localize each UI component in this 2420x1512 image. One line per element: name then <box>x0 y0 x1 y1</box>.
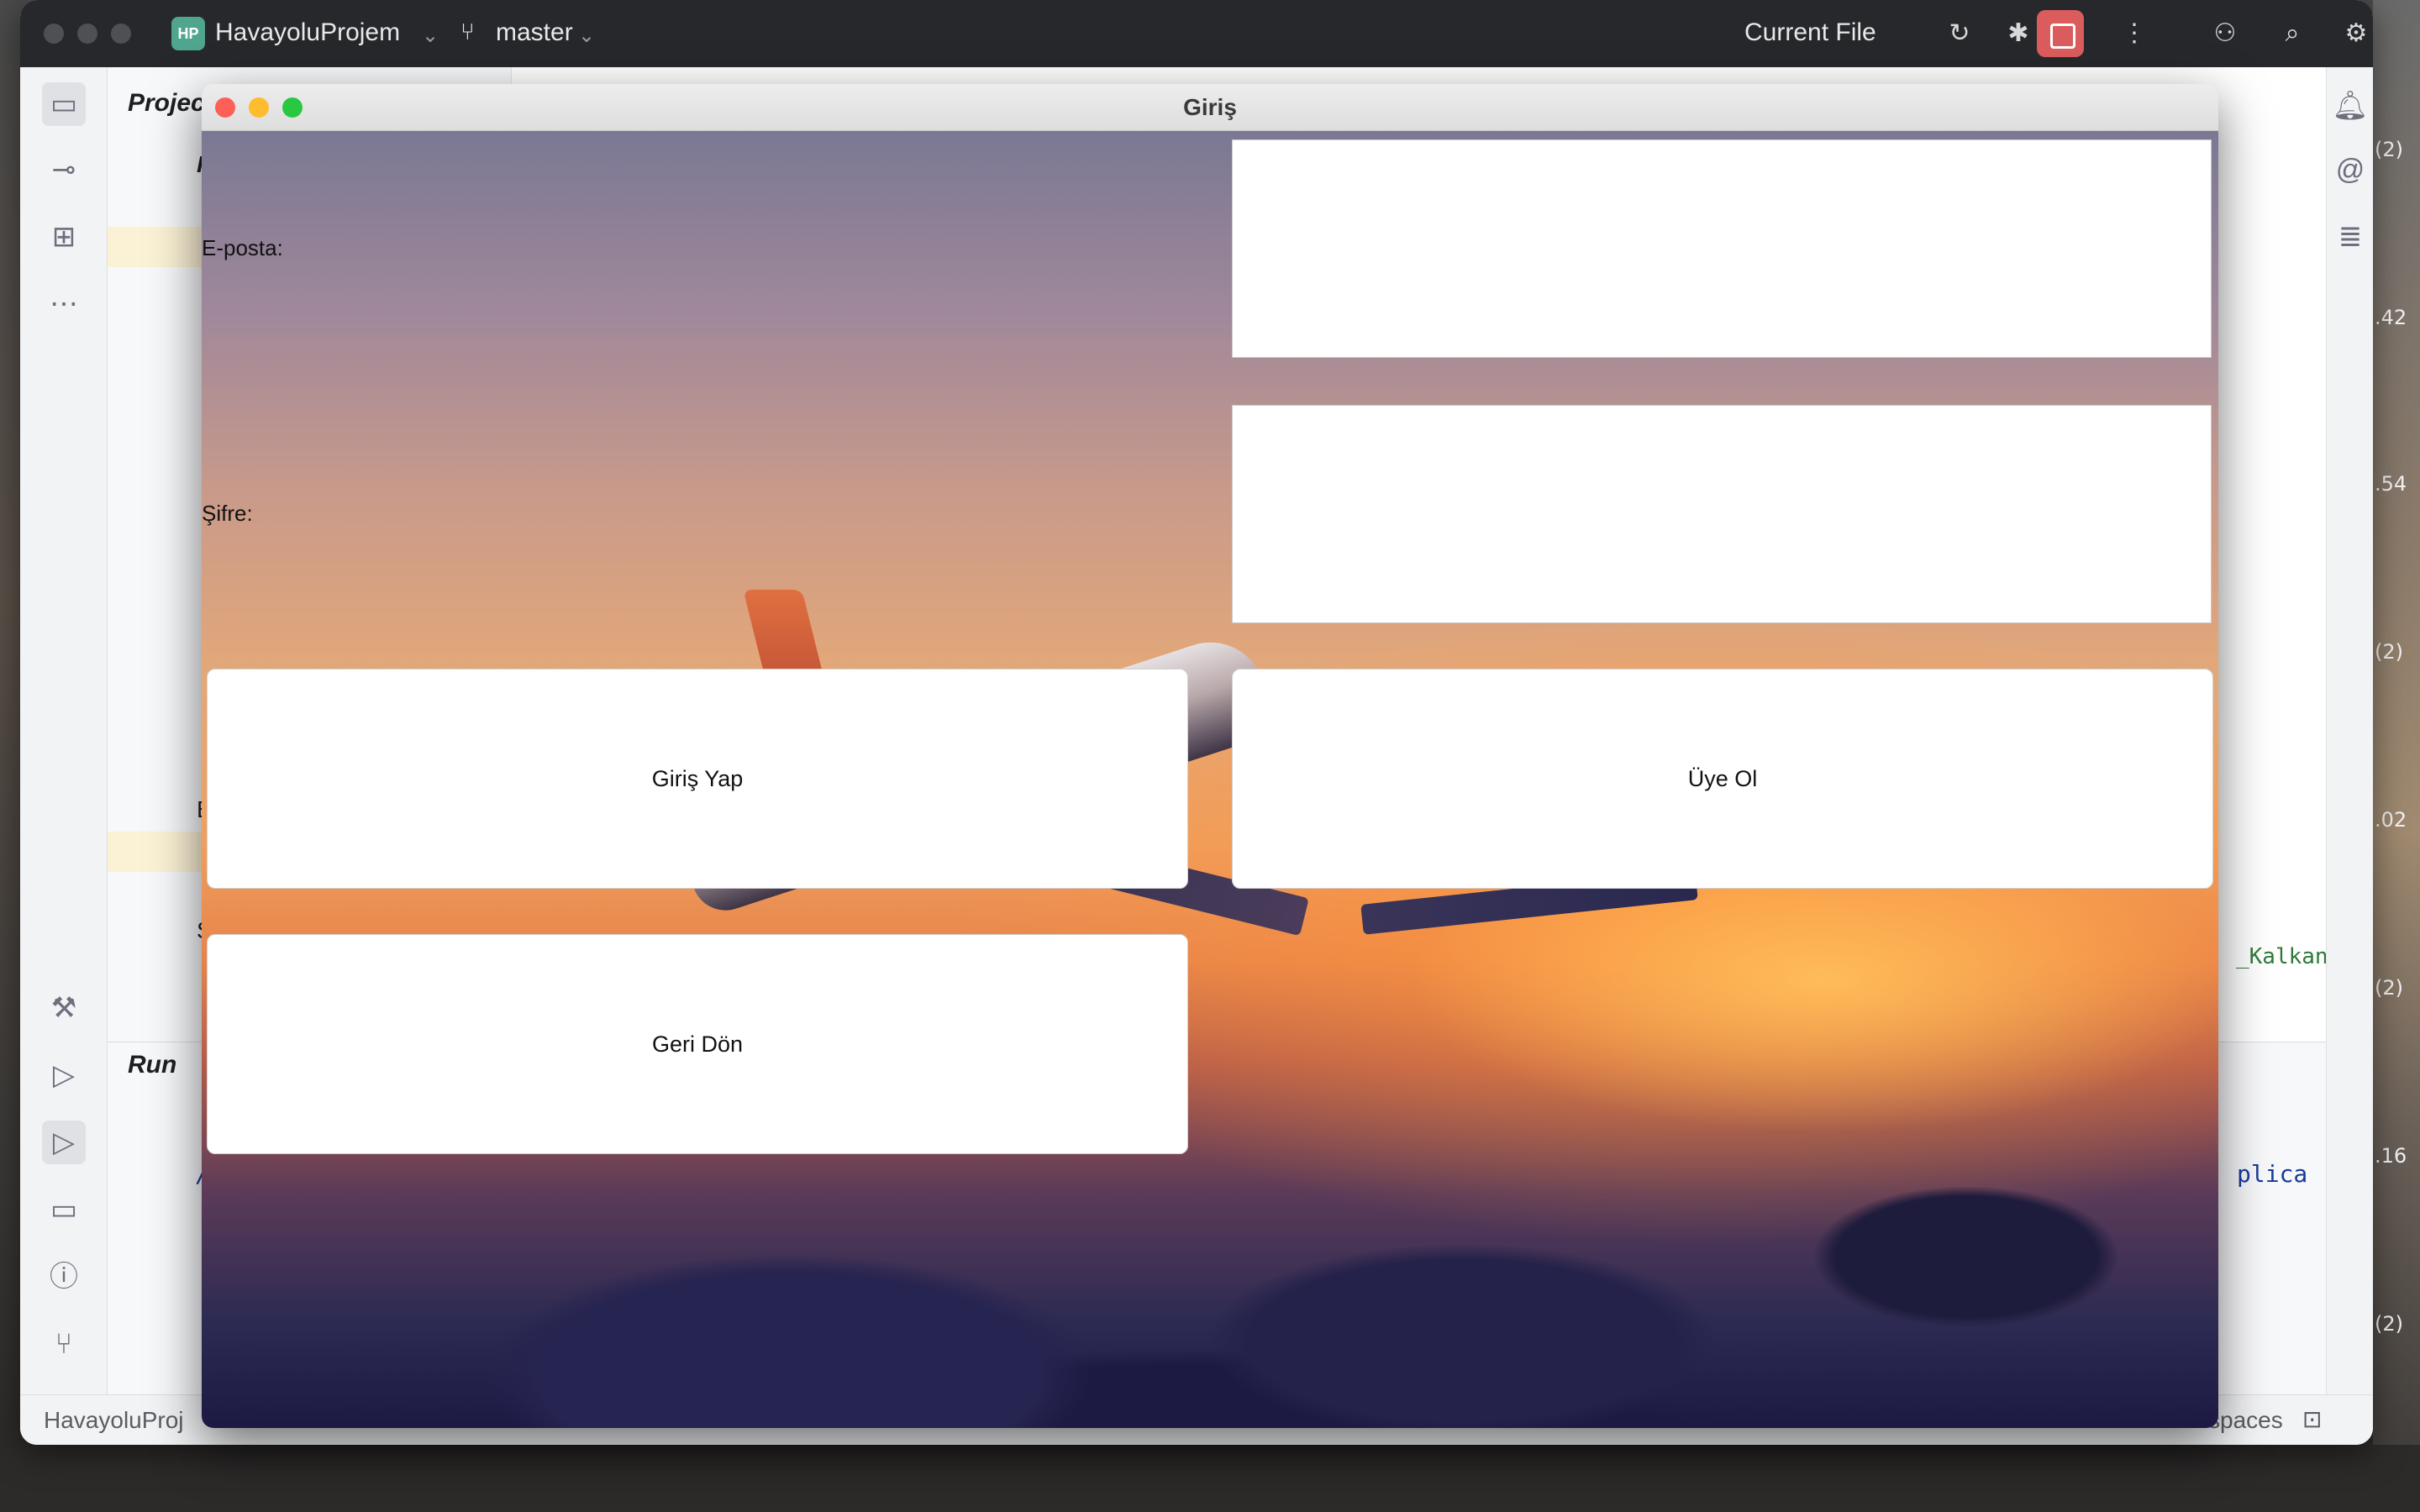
git-icon[interactable]: ⑂ <box>42 1322 86 1366</box>
desktop-background-strip <box>2373 0 2420 1512</box>
side-number: .16 <box>2375 1144 2407 1168</box>
notifications-icon[interactable]: 🔔︎ <box>2332 84 2369 128</box>
project-panel-title: Project <box>128 89 213 117</box>
dialog-titlebar: Giriş <box>202 84 2218 131</box>
database-icon[interactable]: ≣ <box>2332 215 2369 259</box>
debug-icon[interactable]: ✱ <box>2000 15 2037 52</box>
password-label: Şifre: <box>202 501 253 526</box>
run-tool-icon[interactable]: ▷ <box>42 1121 86 1164</box>
status-indent[interactable]: spaces <box>2208 1407 2283 1434</box>
project-tool-icon[interactable]: ▭ <box>42 82 86 126</box>
chevron-down-icon: ⌄ <box>422 24 439 47</box>
settings-icon[interactable]: ⚙ <box>2339 15 2373 52</box>
problems-icon[interactable]: ⓘ <box>42 1255 86 1299</box>
project-name-dropdown[interactable]: HavayoluProjem <box>215 18 400 47</box>
ide-minimize-light-icon[interactable] <box>77 24 97 44</box>
branch-dropdown[interactable]: master <box>496 18 573 47</box>
rerun-icon[interactable]: ↻ <box>1941 15 1978 52</box>
terminal-icon[interactable]: ▭ <box>42 1188 86 1231</box>
ide-close-light-icon[interactable] <box>44 24 64 44</box>
desktop-bottom <box>0 1445 2420 1512</box>
right-tool-bar: 🔔︎ @ ≣ <box>2326 67 2373 1394</box>
more-icon[interactable]: ⋮ <box>2116 15 2153 52</box>
side-number: (2) <box>2375 976 2403 1000</box>
clouds <box>202 1122 2218 1428</box>
commit-icon[interactable]: ⊸ <box>42 148 86 192</box>
console-output-fragment: plica <box>2237 1160 2308 1188</box>
password-field[interactable] <box>1232 405 2212 623</box>
lock-icon[interactable]: ⊡ <box>2302 1405 2322 1433</box>
structure-icon[interactable]: ⊞ <box>42 215 86 259</box>
side-number: .42 <box>2375 306 2407 329</box>
add-user-icon[interactable]: ⚇ <box>2207 15 2244 52</box>
login-button[interactable]: Giriş Yap <box>207 669 1188 889</box>
side-number: .54 <box>2375 472 2407 496</box>
email-field[interactable] <box>1232 139 2212 358</box>
ai-assistant-icon[interactable]: @ <box>2332 148 2369 192</box>
email-label: E-posta: <box>202 235 283 260</box>
run-config-dropdown[interactable]: Current File <box>1744 18 1876 47</box>
services-icon[interactable]: ▷ <box>42 1053 86 1097</box>
search-icon[interactable]: ⌕ <box>2274 15 2311 52</box>
more-tools-icon[interactable]: ⋯ <box>42 282 86 326</box>
background-image: E-posta: Şifre: Giriş Yap Üye Ol Geri Dö… <box>202 131 2218 1428</box>
ide-titlebar: HP HavayoluProjem ⌄ ⑂ master ⌄ Current F… <box>20 0 2373 67</box>
ide-zoom-light-icon[interactable] <box>111 24 131 44</box>
side-number: (2) <box>2375 640 2403 664</box>
status-project[interactable]: HavayoluProj <box>44 1407 184 1434</box>
run-panel-title: Run <box>128 1051 177 1079</box>
login-dialog: Giriş E-posta: Şifre: Giriş Yap Üye Ol G… <box>202 84 2218 1428</box>
signup-button[interactable]: Üye Ol <box>1232 669 2213 889</box>
chevron-down-icon: ⌄ <box>578 24 596 47</box>
tool-window-bar: ▭ ⊸ ⊞ ⋯ ⚒ ▷ ▷ ▭ ⓘ ⑂ <box>20 67 108 1394</box>
build-icon[interactable]: ⚒ <box>42 986 86 1030</box>
dialog-title: Giriş <box>1183 94 1237 120</box>
side-number: (2) <box>2375 1312 2403 1336</box>
editor-text-fragment: _Kalkan <box>2236 944 2328 969</box>
project-badge-icon: HP <box>171 17 205 50</box>
stop-button[interactable] <box>2037 10 2084 57</box>
back-button[interactable]: Geri Dön <box>207 934 1188 1154</box>
side-number: .02 <box>2375 808 2407 832</box>
git-branch-icon: ⑂ <box>460 18 475 45</box>
side-number: (2) <box>2375 138 2403 161</box>
